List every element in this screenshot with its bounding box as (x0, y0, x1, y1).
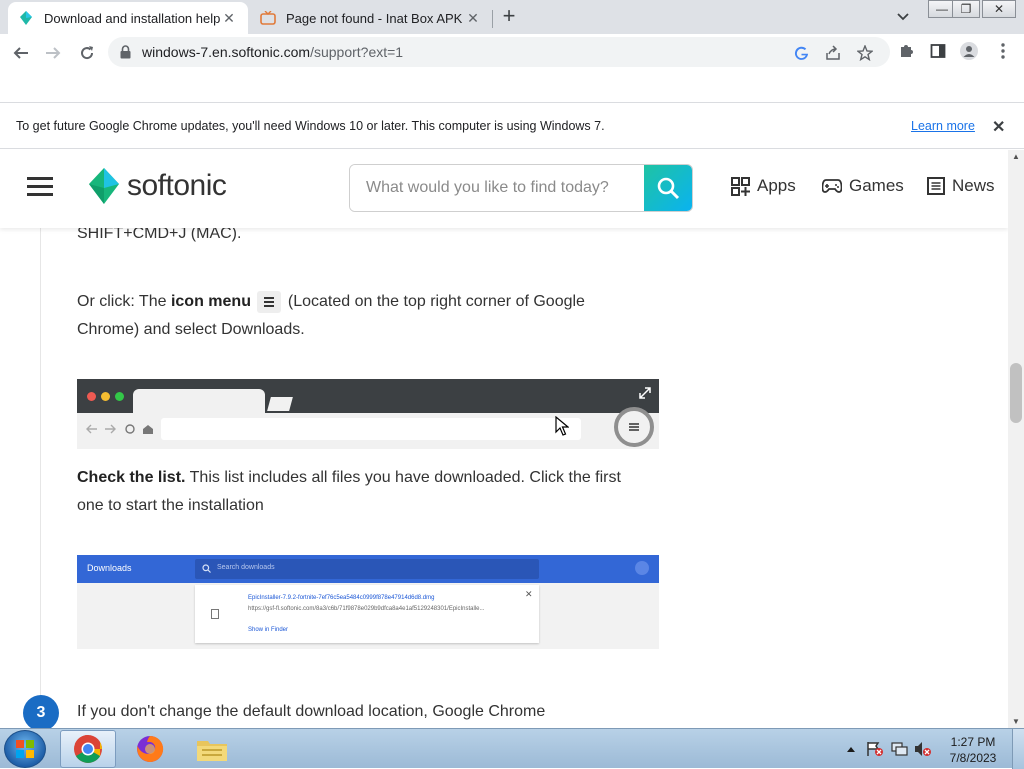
tv-favicon-icon (260, 10, 276, 26)
nav-games[interactable]: Games (822, 176, 904, 196)
bookmark-star-icon[interactable] (856, 44, 874, 62)
menu-lines-icon (257, 290, 282, 313)
url-text: windows-7.en.softonic.com/support?ext=1 (142, 44, 404, 60)
site-header: softonic Apps Games News (0, 150, 1008, 228)
taskbar-explorer[interactable] (184, 730, 240, 768)
nav-apps-label: Apps (757, 176, 796, 195)
taskbar-firefox[interactable] (122, 730, 178, 768)
start-button[interactable] (4, 730, 46, 768)
restore-window-icon[interactable]: ❐ (952, 0, 980, 18)
show-desktop-button[interactable] (1012, 729, 1024, 769)
gamepad-icon (822, 179, 842, 193)
firefox-icon (137, 735, 164, 762)
close-infobar-icon[interactable]: ✕ (992, 117, 1005, 137)
update-infobar: To get future Google Chrome updates, you… (0, 103, 1024, 149)
download-location-text: If you don't change the default download… (77, 703, 546, 720)
softonic-diamond-icon (89, 168, 119, 204)
timeline-line (40, 228, 41, 728)
search-button[interactable] (644, 165, 692, 211)
kebab-menu-icon[interactable] (994, 42, 1012, 60)
system-clock[interactable]: 1:27 PM 7/8/2023 (942, 734, 1004, 766)
apps-grid-icon (731, 176, 750, 196)
check-list-paragraph: Check the list. This list includes all f… (77, 469, 621, 514)
site-search (349, 164, 693, 212)
chrome-icon (74, 734, 102, 763)
logo-wordmark: softonic (127, 169, 227, 202)
close-window-icon[interactable]: ✕ (982, 0, 1016, 18)
scroll-up-icon[interactable]: ▲ (1012, 152, 1020, 161)
tab-separator (492, 10, 493, 28)
forward-arrow-icon[interactable] (42, 42, 64, 64)
back-arrow-icon[interactable] (10, 42, 32, 64)
network-icon[interactable] (891, 729, 909, 769)
softonic-logo[interactable]: softonic (87, 166, 227, 206)
icon-menu-bold: icon menu (170, 293, 251, 310)
tab-title: Page not found - Inat Box APK (286, 10, 463, 26)
share-icon[interactable] (824, 44, 842, 62)
search-icon (657, 177, 680, 200)
expand-icon (639, 387, 651, 399)
taskbar-chrome[interactable] (60, 730, 116, 768)
volume-muted-icon[interactable] (914, 729, 932, 769)
or-click-paragraph: Or click: The icon menu (Located on the … (77, 288, 677, 344)
lock-icon[interactable] (120, 45, 131, 64)
windows-logo-icon (16, 740, 34, 758)
hamburger-menu-icon[interactable] (27, 177, 53, 197)
close-tab-icon[interactable]: ✕ (220, 9, 238, 27)
side-panel-icon[interactable] (929, 42, 947, 60)
page-viewport: softonic Apps Games News SHIFT+CMD+J (MA… (0, 150, 1008, 728)
chevron-down-icon[interactable] (896, 9, 914, 25)
nav-apps[interactable]: Apps (731, 176, 796, 196)
nav-news[interactable]: News (927, 176, 995, 196)
clock-date: 7/8/2023 (949, 751, 997, 765)
browser-toolbar: windows-7.en.softonic.com/support?ext=1 (0, 34, 1024, 71)
show-hidden-icons-icon[interactable] (846, 729, 856, 769)
close-tab-icon[interactable]: ✕ (464, 9, 482, 27)
scrollbar-thumb[interactable] (1010, 363, 1022, 423)
news-icon (927, 177, 945, 195)
tab-title: Download and installation help (44, 10, 220, 26)
infobar-message: To get future Google Chrome updates, you… (16, 119, 605, 133)
mouse-cursor-icon (555, 416, 569, 436)
softonic-favicon-icon (18, 10, 34, 26)
folder-icon (197, 741, 227, 761)
nav-games-label: Games (849, 176, 904, 195)
bookmarks-bar (0, 71, 1024, 103)
nav-news-label: News (952, 176, 995, 195)
new-tab-icon[interactable]: + (498, 5, 520, 28)
profile-avatar-icon[interactable] (960, 42, 978, 60)
extensions-puzzle-icon[interactable] (897, 42, 915, 60)
menu-highlight-ring (614, 407, 654, 447)
downloads-page-screenshot: Downloads Search downloads EpicInstaller… (77, 555, 659, 649)
address-bar[interactable]: windows-7.en.softonic.com/support?ext=1 (108, 37, 890, 67)
clock-time: 1:27 PM (950, 735, 996, 749)
action-center-flag-icon[interactable] (866, 729, 884, 769)
step-number-badge: 3 (23, 695, 59, 728)
learn-more-link[interactable]: Learn more (911, 119, 975, 133)
search-input[interactable] (350, 165, 646, 211)
reload-icon[interactable] (76, 42, 98, 64)
tab-strip: Download and installation help ✕ Page no… (0, 0, 1024, 34)
google-g-icon[interactable] (792, 44, 810, 62)
scroll-down-icon[interactable]: ▼ (1012, 717, 1020, 726)
tab-inat-box[interactable]: Page not found - Inat Box APK ✕ (250, 2, 492, 34)
windows-taskbar: 1:27 PM 7/8/2023 (0, 728, 1024, 769)
chrome-menu-screenshot (77, 379, 659, 449)
tab-download-help[interactable]: Download and installation help ✕ (8, 2, 248, 34)
page-scrollbar[interactable]: ▲ ▼ (1008, 150, 1024, 728)
